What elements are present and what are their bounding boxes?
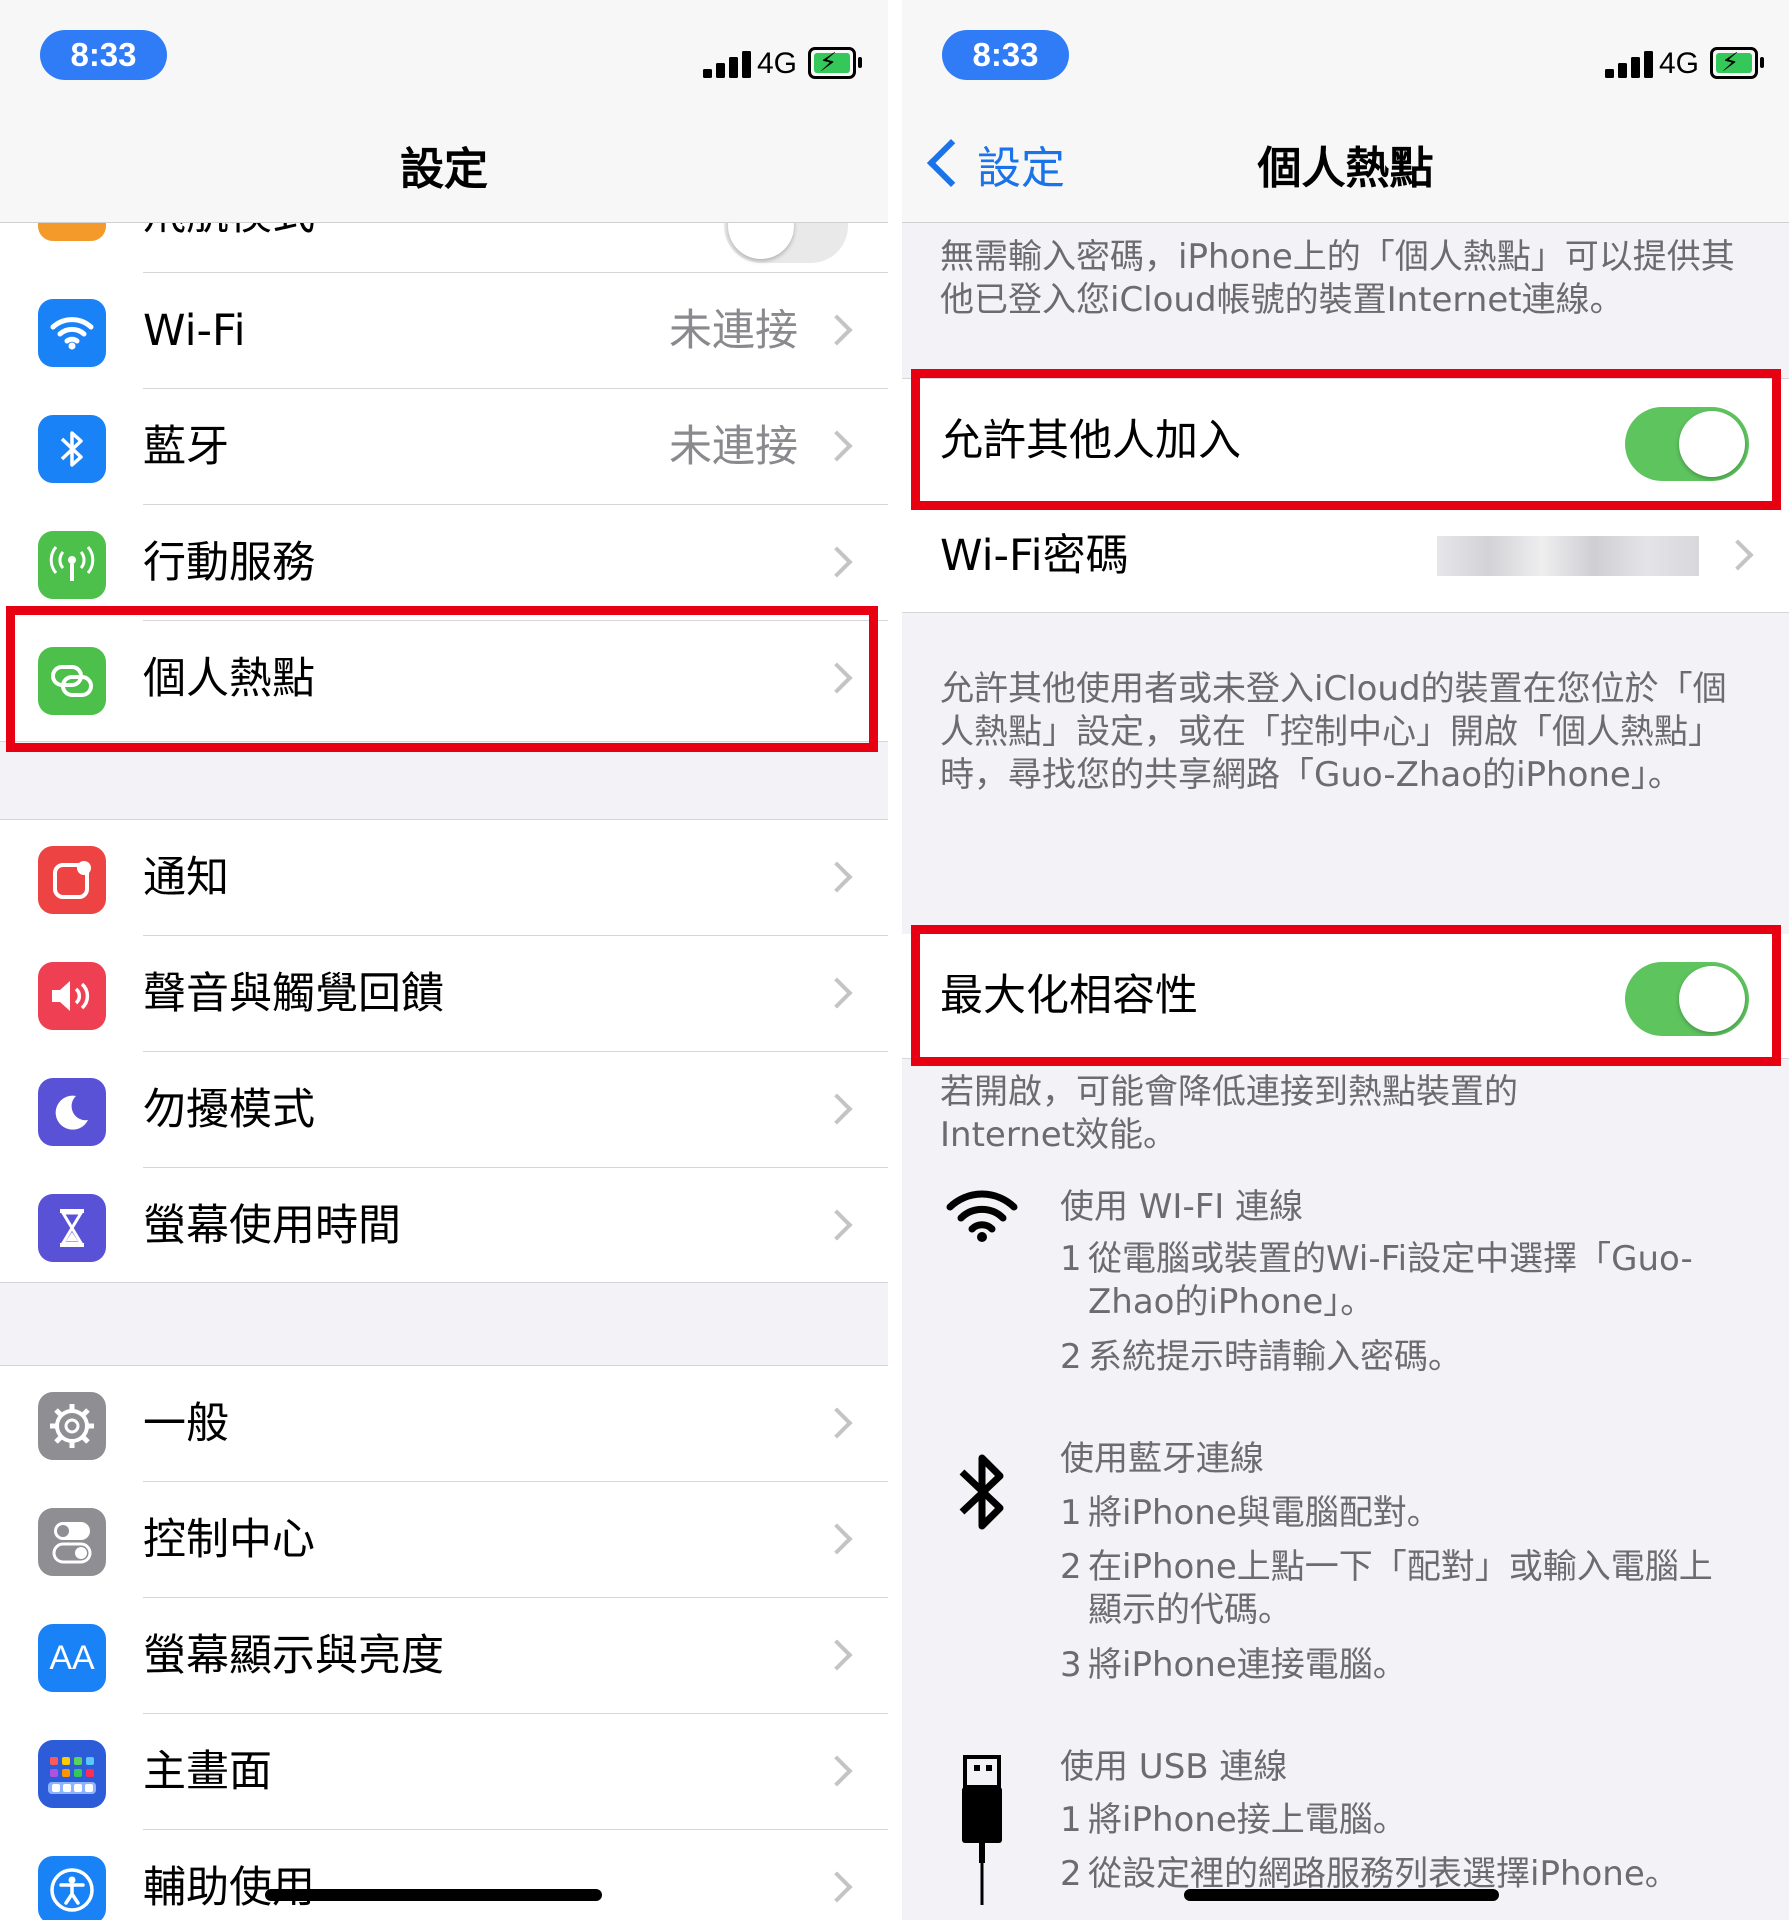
allow-others-description: 允許其他使用者或未登入iCloud的裝置在您位於「個人熱點」設定，或在「控制中心…: [940, 669, 1727, 795]
app-grid-icon: [38, 1740, 106, 1808]
row-label: 輔助使用: [143, 1863, 315, 1913]
chevron-right-icon: [821, 1639, 853, 1671]
chevron-right-icon: [821, 977, 853, 1009]
hotspot-nav-bar: 8:33 4G ⚡ 設定 個人熱點: [902, 0, 1789, 223]
row-label: 行動服務: [143, 538, 315, 588]
row-label: 控制中心: [143, 1515, 315, 1565]
row-label: 螢幕使用時間: [143, 1201, 401, 1251]
moon-icon: [38, 1078, 106, 1146]
row-value: 未連接: [669, 306, 798, 356]
wifi-password-row[interactable]: Wi-Fi密碼: [902, 502, 1789, 613]
chevron-right-icon: [821, 1755, 853, 1787]
chevron-right-icon: [1722, 539, 1754, 571]
method-step: 1 將iPhone與電腦配對。: [1060, 1493, 1441, 1533]
notifications-group: 通知 聲音與觸覺回饋 勿擾模式 螢幕使用時間: [0, 819, 888, 1283]
status-time: 8:33: [942, 30, 1069, 80]
password-obscured: [1437, 536, 1699, 576]
accessibility-icon: [38, 1856, 106, 1920]
settings-row-bluetooth[interactable]: 藍牙 未連接: [0, 389, 888, 505]
row-value: 未連接: [669, 422, 798, 472]
page-title: 個人熱點: [1257, 143, 1434, 194]
settings-screen: 8:33 4G ⚡ 設定 ✈ 飛航模式 Wi-Fi 未連接: [0, 0, 888, 1920]
method-step: 2 系統提示時請輸入密碼。: [1060, 1337, 1462, 1377]
row-label: 勿擾模式: [143, 1085, 315, 1135]
row-label: 通知: [143, 853, 229, 903]
chevron-right-icon: [821, 546, 853, 578]
home-indicator[interactable]: [265, 1889, 602, 1901]
wifi-password-label: Wi-Fi密碼: [940, 531, 1129, 581]
settings-row-do-not-disturb[interactable]: 勿擾模式: [0, 1052, 888, 1168]
antenna-icon: [38, 531, 106, 599]
battery-icon: ⚡: [808, 47, 862, 79]
method-step: 1 從電腦或裝置的Wi-Fi設定中選擇「Guo- Zhao的iPhone」。: [1060, 1239, 1693, 1322]
row-label: 一般: [143, 1399, 229, 1449]
highlight-box: [911, 925, 1781, 1066]
method-title: 使用 USB 連線: [1060, 1747, 1288, 1787]
page-title: 設定: [400, 144, 488, 195]
notification-icon: [38, 846, 106, 914]
status-time: 8:33: [40, 30, 167, 80]
settings-row-cellular[interactable]: 行動服務: [0, 505, 888, 621]
settings-row-display[interactable]: AA 螢幕顯示與亮度: [0, 1598, 888, 1714]
chevron-right-icon: [821, 1523, 853, 1555]
usb-cable-icon: [942, 1755, 1022, 1915]
row-label: 藍牙: [143, 422, 229, 472]
toggles-icon: [38, 1508, 106, 1576]
hourglass-icon: [38, 1194, 106, 1262]
chevron-right-icon: [821, 430, 853, 462]
chevron-right-icon: [821, 1093, 853, 1125]
row-label: 螢幕顯示與亮度: [143, 1631, 444, 1681]
signal-icon: [703, 48, 757, 78]
hotspot-intro-text: 無需輸入密碼，iPhone上的「個人熱點」可以提供其他已登入您iCloud帳號的…: [940, 237, 1735, 320]
settings-row-sounds[interactable]: 聲音與觸覺回饋: [0, 936, 888, 1052]
wifi-icon: [942, 1185, 1022, 1265]
chevron-right-icon: [821, 1407, 853, 1439]
chevron-right-icon: [821, 1209, 853, 1241]
settings-row-general[interactable]: 一般: [0, 1366, 888, 1482]
highlight-box: [911, 369, 1781, 510]
speaker-icon: [38, 962, 106, 1030]
settings-row-accessibility[interactable]: 輔助使用: [0, 1830, 888, 1920]
row-label: 聲音與觸覺回饋: [143, 969, 444, 1019]
battery-icon: ⚡: [1710, 47, 1764, 79]
settings-row-notifications[interactable]: 通知: [0, 820, 888, 936]
network-type: 4G: [1659, 47, 1700, 80]
settings-row-wifi[interactable]: Wi-Fi 未連接: [0, 273, 888, 389]
method-step: 3 將iPhone連接電腦。: [1060, 1645, 1407, 1685]
wifi-icon: [38, 299, 106, 367]
row-label: 主畫面: [143, 1747, 272, 1797]
network-type: 4G: [757, 47, 798, 80]
chevron-right-icon: [821, 861, 853, 893]
method-step: 2 在iPhone上點一下「配對」或輸入電腦上 顯示的代碼。: [1060, 1547, 1713, 1630]
text-size-icon: AA: [38, 1624, 106, 1692]
chevron-right-icon: [821, 1871, 853, 1903]
personal-hotspot-screen: 8:33 4G ⚡ 設定 個人熱點 無需輸入密碼，iPhone上的「個人熱點」可…: [902, 0, 1789, 1920]
gear-icon: [38, 1392, 106, 1460]
max-compat-description: 若開啟，可能會降低連接到熱點裝置的Internet效能。: [940, 1072, 1518, 1155]
highlight-box: [6, 606, 878, 752]
bluetooth-icon: [38, 415, 106, 483]
settings-row-control-center[interactable]: 控制中心: [0, 1482, 888, 1598]
method-title: 使用 WI-FI 連線: [1060, 1187, 1304, 1227]
method-step: 1 將iPhone接上電腦。: [1060, 1800, 1407, 1840]
settings-row-home-screen[interactable]: 主畫面: [0, 1714, 888, 1830]
general-group: 一般 控制中心 AA 螢幕顯示與亮度 主畫面 輔助使用: [0, 1365, 888, 1920]
chevron-right-icon: [821, 314, 853, 346]
settings-nav-bar: 8:33 4G ⚡ 設定: [0, 0, 888, 223]
bluetooth-icon: [942, 1448, 1022, 1530]
method-title: 使用藍牙連線: [1060, 1439, 1264, 1479]
home-indicator[interactable]: [1184, 1889, 1499, 1901]
row-label: Wi-Fi: [143, 306, 246, 356]
settings-row-screen-time[interactable]: 螢幕使用時間: [0, 1168, 888, 1284]
signal-icon: [1605, 48, 1659, 78]
